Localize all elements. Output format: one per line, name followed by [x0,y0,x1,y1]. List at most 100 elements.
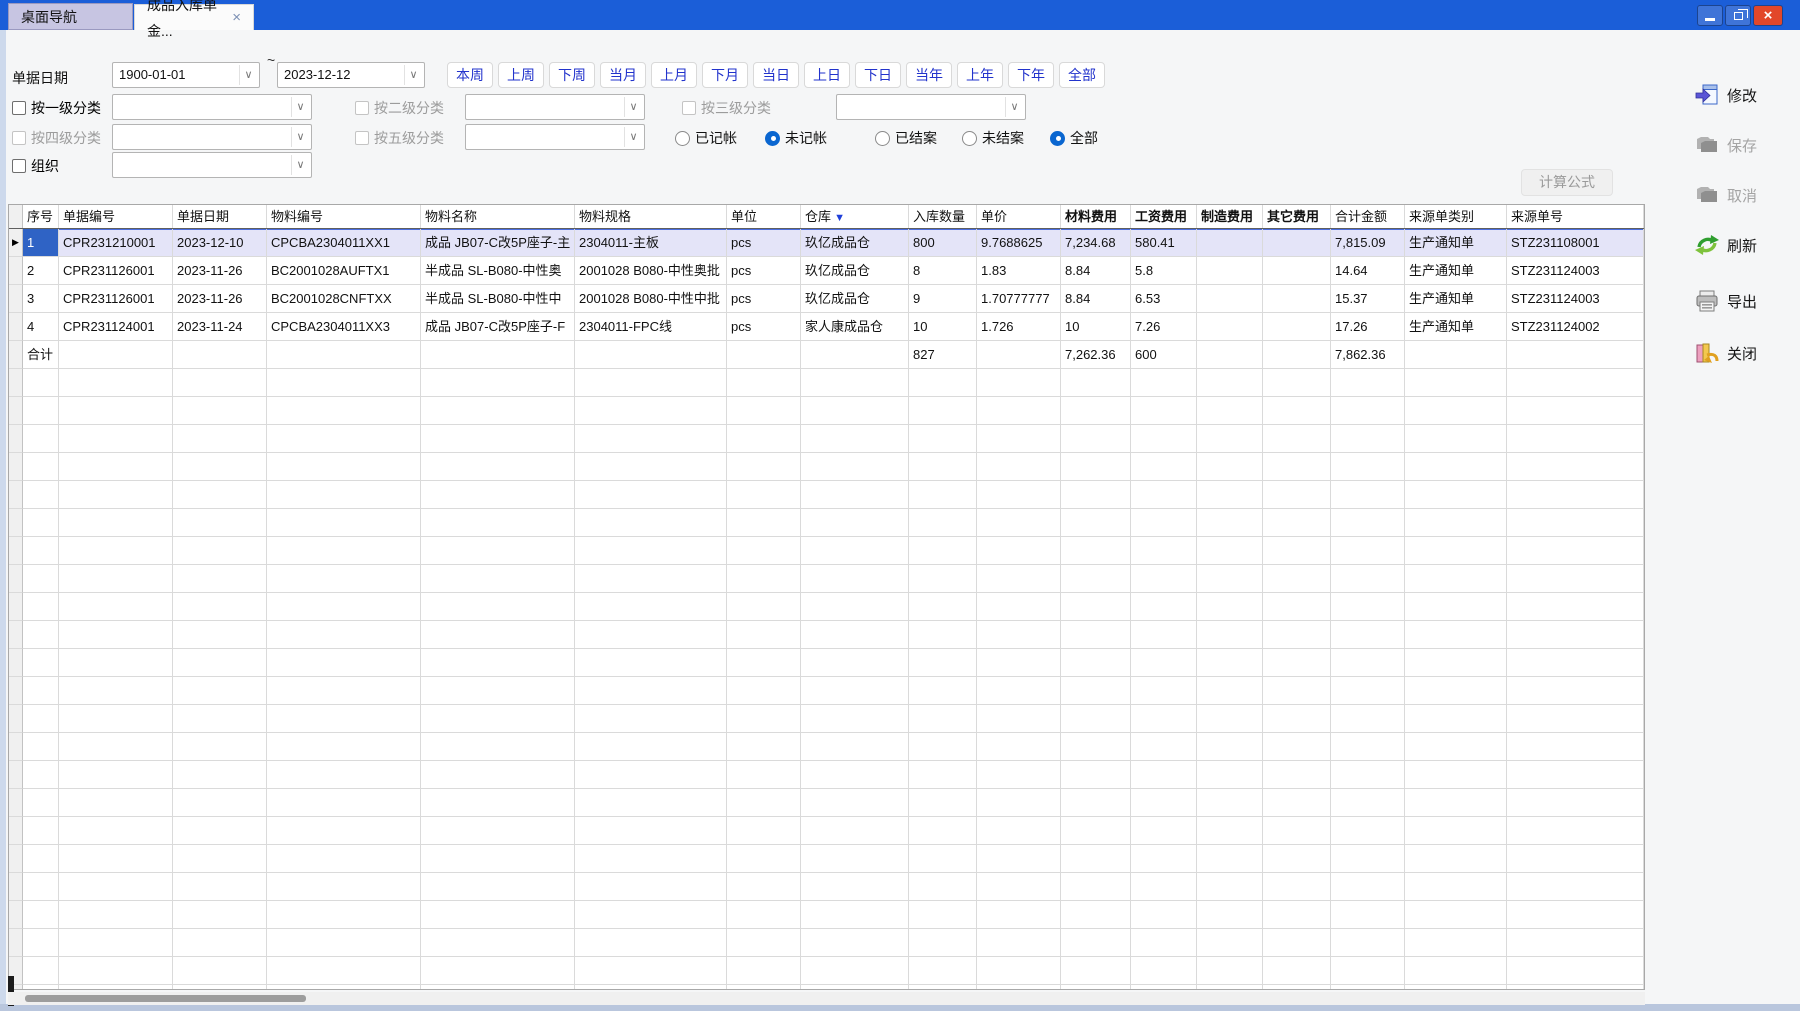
table-cell[interactable] [1507,761,1644,789]
sidebar-button-1[interactable]: 修改 [1694,82,1757,108]
table-cell[interactable] [727,929,801,957]
table-cell[interactable] [1405,985,1507,990]
table-cell[interactable] [173,789,267,817]
organization-combobox[interactable]: ∨ [112,152,312,178]
table-cell[interactable] [1507,649,1644,677]
radio-icon[interactable] [1050,131,1065,146]
table-cell[interactable] [59,705,173,733]
table-cell[interactable] [1131,929,1197,957]
table-cell[interactable] [1331,957,1405,985]
column-header[interactable]: 来源单号 [1507,205,1644,228]
table-cell[interactable] [909,789,977,817]
table-cell[interactable] [1405,509,1507,537]
table-cell[interactable] [1061,425,1131,453]
table-cell[interactable] [575,873,727,901]
table-cell[interactable] [1061,789,1131,817]
table-cell[interactable] [909,481,977,509]
calc-formula-button[interactable]: 计算公式 [1521,169,1613,196]
table-cell[interactable] [801,369,909,397]
column-header[interactable]: 仓库 ▼ [801,205,909,228]
table-cell[interactable] [1507,929,1644,957]
table-cell[interactable] [575,677,727,705]
table-cell[interactable] [421,677,575,705]
radio-status-4[interactable]: 未结案 [962,128,1024,148]
table-cell[interactable] [267,481,421,509]
table-cell[interactable] [1507,621,1644,649]
table-cell[interactable] [1331,901,1405,929]
table-cell[interactable] [909,845,977,873]
table-cell[interactable]: STZ231124003 [1507,257,1644,285]
table-cell[interactable] [1263,621,1331,649]
total-row[interactable]: 合计8277,262.366007,862.36 [9,341,1644,369]
scrollbar-thumb[interactable] [25,995,306,1002]
table-cell[interactable] [267,509,421,537]
table-cell[interactable] [173,677,267,705]
table-cell[interactable]: 2023-11-26 [173,257,267,285]
table-cell[interactable] [1197,369,1263,397]
sidebar-button-5[interactable]: 导出 [1694,288,1757,314]
table-cell[interactable]: 7.26 [1131,313,1197,341]
table-cell[interactable] [1263,397,1331,425]
table-cell[interactable] [267,901,421,929]
quick-range-button[interactable]: 下月 [702,62,748,88]
table-cell[interactable]: 9 [909,285,977,313]
table-cell[interactable]: STZ231124003 [1507,285,1644,313]
table-cell[interactable] [727,593,801,621]
table-cell[interactable] [1061,873,1131,901]
table-cell[interactable]: 玖亿成品仓 [801,257,909,285]
table-cell[interactable]: 成品 JB07-C改5P座子-主 [421,229,575,257]
date-to-combobox[interactable]: 2023-12-12∨ [277,62,425,88]
table-cell[interactable] [173,509,267,537]
table-cell[interactable] [1405,873,1507,901]
table-cell[interactable] [173,845,267,873]
table-cell[interactable] [267,621,421,649]
table-cell[interactable] [1197,929,1263,957]
table-cell[interactable]: 1 [23,229,59,257]
table-cell[interactable] [727,537,801,565]
table-cell[interactable] [801,733,909,761]
table-cell[interactable] [1263,509,1331,537]
table-cell[interactable] [1197,537,1263,565]
table-cell[interactable] [267,649,421,677]
table-cell[interactable] [1405,929,1507,957]
table-cell[interactable] [1331,789,1405,817]
table-cell[interactable]: 7,234.68 [1061,229,1131,257]
table-cell[interactable] [727,817,801,845]
table-cell[interactable]: BC2001028CNFTXX [267,285,421,313]
table-cell[interactable] [1131,649,1197,677]
table-cell[interactable] [23,369,59,397]
table-cell[interactable] [977,733,1061,761]
table-cell[interactable] [977,397,1061,425]
table-cell[interactable] [575,761,727,789]
table-cell[interactable] [1331,677,1405,705]
chevron-down-icon[interactable]: ∨ [624,97,642,117]
table-cell[interactable] [1331,705,1405,733]
table-cell[interactable] [173,369,267,397]
column-header[interactable]: 物料名称 [421,205,575,228]
column-header[interactable]: 材料费用 [1061,205,1131,228]
empty-row[interactable] [9,677,1644,705]
table-cell[interactable] [59,873,173,901]
table-cell[interactable] [1061,929,1131,957]
table-cell[interactable] [173,453,267,481]
table-cell[interactable] [1263,649,1331,677]
table-cell[interactable] [23,425,59,453]
table-cell[interactable]: 2023-11-24 [173,313,267,341]
table-cell[interactable] [173,593,267,621]
date-from-combobox[interactable]: 1900-01-01∨ [112,62,260,88]
table-cell[interactable]: 玖亿成品仓 [801,285,909,313]
table-cell[interactable] [23,733,59,761]
table-cell[interactable]: 9.7688625 [977,229,1061,257]
table-cell[interactable] [1197,425,1263,453]
empty-row[interactable] [9,761,1644,789]
table-cell[interactable] [173,761,267,789]
table-cell[interactable]: CPR231124001 [59,313,173,341]
table-cell[interactable] [977,621,1061,649]
table-cell[interactable]: 4 [23,313,59,341]
table-cell[interactable] [727,425,801,453]
table-cell[interactable] [727,845,801,873]
table-cell[interactable] [1263,425,1331,453]
table-cell[interactable] [23,481,59,509]
table-cell[interactable]: CPR231210001 [59,229,173,257]
table-cell[interactable] [1197,761,1263,789]
